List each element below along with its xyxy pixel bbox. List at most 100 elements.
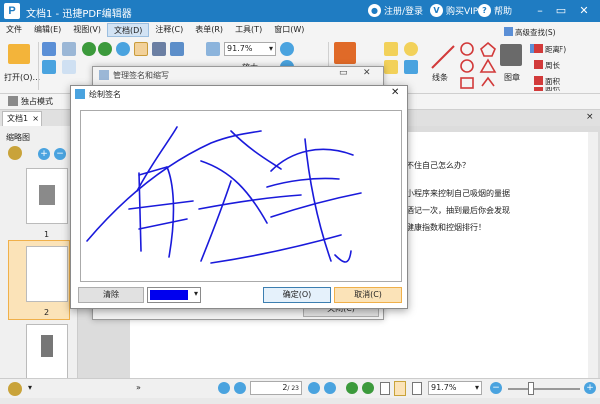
stroke bbox=[266, 177, 340, 188]
menu-comment[interactable]: 注释(C) bbox=[149, 23, 189, 37]
status-zoom-out-icon[interactable]: − bbox=[490, 382, 502, 394]
distance-button[interactable]: 距离 bbox=[534, 44, 560, 55]
signature-canvas[interactable] bbox=[80, 110, 402, 282]
copy-icon[interactable] bbox=[62, 42, 76, 56]
page-thumbnail-3[interactable] bbox=[26, 324, 68, 380]
perimeter-label: 周长 bbox=[545, 61, 560, 70]
advanced-find-button[interactable]: 高级查找(S) bbox=[504, 27, 556, 38]
menu-form[interactable]: 表单(R) bbox=[189, 23, 229, 37]
text-icon[interactable] bbox=[384, 42, 398, 56]
attachment-icon[interactable] bbox=[404, 60, 418, 74]
vertical-scrollbar[interactable] bbox=[588, 132, 598, 378]
stroke bbox=[210, 234, 342, 264]
last-page-icon[interactable] bbox=[324, 382, 336, 394]
page-thumbnail-2[interactable] bbox=[26, 246, 68, 302]
pen-color-picker[interactable]: ▾ bbox=[147, 287, 201, 303]
forward-icon[interactable] bbox=[98, 42, 112, 56]
login-link[interactable]: ● 注册/登录 bbox=[368, 4, 423, 17]
comment-icon[interactable] bbox=[404, 42, 418, 56]
print-icon[interactable] bbox=[42, 60, 56, 74]
menu-file[interactable]: 文件 bbox=[0, 23, 28, 37]
cut-icon[interactable] bbox=[62, 60, 76, 74]
ok-button[interactable]: 确定(O) bbox=[263, 287, 331, 303]
zoom-select[interactable]: 91.7% ▾ bbox=[224, 42, 276, 56]
help-link[interactable]: ? 帮助 bbox=[478, 4, 512, 17]
line-label[interactable]: 线条 bbox=[432, 72, 448, 83]
stroke bbox=[334, 250, 352, 263]
menu-document[interactable]: 文档(D) bbox=[107, 23, 150, 37]
menu-window[interactable]: 窗口(W) bbox=[268, 23, 310, 37]
save-icon[interactable] bbox=[42, 42, 56, 56]
scroll-down-icon[interactable]: » bbox=[136, 383, 141, 392]
status-zoom-select[interactable]: 91.7% ▾ bbox=[428, 381, 482, 395]
first-page-icon[interactable] bbox=[218, 382, 230, 394]
exclusive-mode-button[interactable]: 独占模式 bbox=[8, 96, 53, 107]
hand-tool-icon[interactable] bbox=[134, 42, 148, 56]
typewriter-icon[interactable] bbox=[384, 60, 398, 74]
page-number-input[interactable]: 2/ 23 bbox=[250, 381, 302, 395]
status-zoom-in-icon[interactable]: + bbox=[584, 382, 596, 394]
history-back-icon[interactable] bbox=[346, 382, 358, 394]
minimize-button[interactable]: – bbox=[532, 3, 548, 19]
manage-signatures-title: 管理签名和缩写 bbox=[113, 71, 169, 80]
thumbnail-panel-title: 缩略图 bbox=[6, 133, 30, 142]
clear-button[interactable]: 清除 bbox=[78, 287, 144, 303]
continuous-page-icon[interactable] bbox=[394, 381, 406, 396]
stamp-label[interactable]: 图章 bbox=[504, 72, 520, 83]
chevron-down-icon[interactable]: ▾ bbox=[28, 383, 32, 392]
chevron-down-icon: ▾ bbox=[193, 289, 198, 298]
page-thumbnail-1[interactable] bbox=[26, 168, 68, 224]
manage-maximize-button[interactable]: ▭ bbox=[339, 68, 348, 78]
tab-document1[interactable]: 文档1 × bbox=[2, 111, 42, 126]
refresh-icon[interactable] bbox=[116, 42, 130, 56]
area-tool-button[interactable]: 面积 bbox=[534, 76, 560, 87]
open-label[interactable]: 打开(O)... bbox=[4, 72, 40, 83]
area-tool-label: 面积 bbox=[545, 77, 560, 86]
single-page-icon[interactable] bbox=[380, 382, 390, 395]
page-layout-icon[interactable] bbox=[206, 42, 220, 56]
back-icon[interactable] bbox=[82, 42, 96, 56]
stamp-icon[interactable] bbox=[500, 44, 522, 66]
zoom-slider-thumb[interactable] bbox=[528, 382, 534, 395]
signature-strokes bbox=[86, 126, 362, 264]
zoom-value: 91.7% bbox=[227, 44, 253, 53]
camera-icon[interactable] bbox=[152, 42, 166, 56]
tab-close-all-icon[interactable]: × bbox=[586, 112, 594, 122]
thumb-zoom-out-icon[interactable]: − bbox=[54, 148, 66, 160]
stroke bbox=[138, 218, 188, 230]
close-window-button[interactable]: ✕ bbox=[576, 3, 592, 19]
open-folder-icon[interactable] bbox=[8, 44, 30, 64]
cancel-button[interactable]: 取消(C) bbox=[334, 287, 402, 303]
next-page-icon[interactable] bbox=[308, 382, 320, 394]
draw-dialog-icon bbox=[75, 89, 85, 99]
thumb-number-1: 1 bbox=[44, 230, 50, 239]
shapes-icon[interactable] bbox=[458, 40, 498, 90]
maximize-button[interactable]: ▭ bbox=[553, 3, 569, 19]
doc-line-4: 健康指数和控烟排行！ bbox=[406, 223, 486, 232]
line-icon[interactable] bbox=[428, 42, 458, 72]
facing-page-icon[interactable] bbox=[412, 382, 422, 395]
zoom-slider[interactable] bbox=[508, 388, 580, 390]
thumb-settings-icon[interactable] bbox=[8, 146, 22, 160]
thumb-zoom-in-icon[interactable]: + bbox=[38, 148, 50, 160]
history-forward-icon[interactable] bbox=[362, 382, 374, 394]
thumb-image bbox=[39, 185, 55, 205]
perimeter-button[interactable]: 周长 bbox=[534, 60, 560, 71]
chevron-down-icon: ▾ bbox=[268, 44, 273, 53]
draw-close-button[interactable]: ✕ bbox=[391, 87, 399, 98]
menu-tools[interactable]: 工具(T) bbox=[229, 23, 268, 37]
tab-close-icon[interactable]: × bbox=[32, 112, 39, 125]
manage-close-button[interactable]: ✕ bbox=[363, 68, 371, 78]
zoom-in-icon[interactable] bbox=[280, 42, 294, 56]
page-settings-icon[interactable] bbox=[8, 382, 22, 396]
help-icon: ? bbox=[478, 4, 491, 17]
select-text-icon[interactable] bbox=[170, 42, 184, 56]
menu-edit[interactable]: 编辑(E) bbox=[28, 23, 67, 37]
pen-icon[interactable] bbox=[334, 42, 356, 64]
buy-vip-link[interactable]: V 购买VIP bbox=[430, 4, 478, 17]
doc-line-3: 酒记一次，抽到最后你会发现 bbox=[406, 206, 510, 215]
menu-view[interactable]: 视图(V) bbox=[67, 23, 107, 37]
prev-page-icon[interactable] bbox=[234, 382, 246, 394]
login-label: 注册/登录 bbox=[384, 7, 424, 17]
vip-icon: V bbox=[430, 4, 443, 17]
